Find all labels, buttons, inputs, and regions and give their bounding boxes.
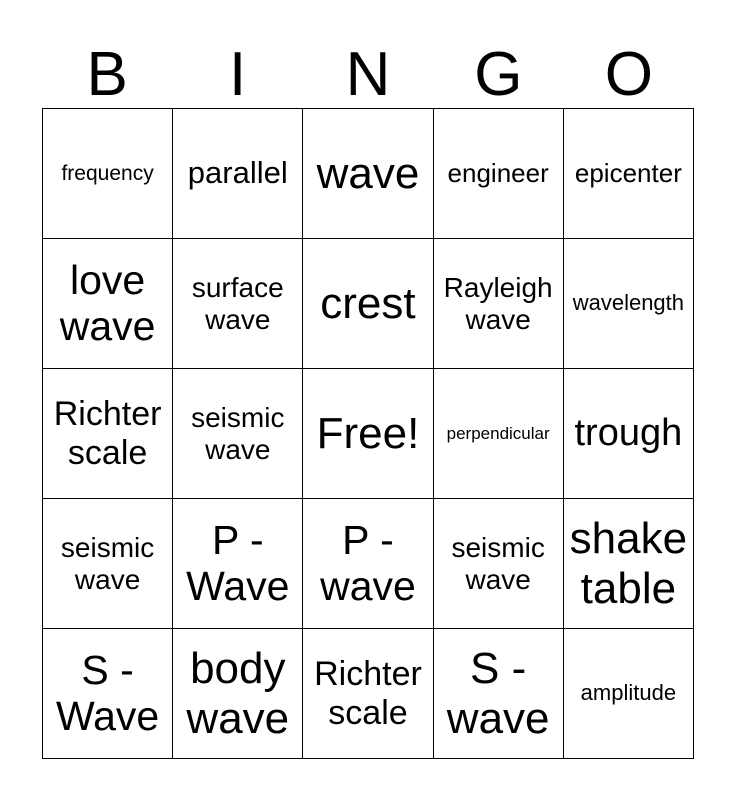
- bingo-cell-label: Rayleigh wave: [443, 272, 553, 335]
- bingo-cell-label: S - wave: [446, 644, 550, 743]
- bingo-header: B I N G O: [42, 14, 694, 108]
- bingo-cell[interactable]: seismic wave: [41, 498, 174, 629]
- bingo-cell[interactable]: frequency: [41, 108, 174, 239]
- bingo-cell-label: seismic wave: [60, 532, 155, 595]
- bingo-cell[interactable]: Richter scale: [302, 628, 434, 759]
- bingo-cell-label: trough: [574, 412, 683, 455]
- bingo-card: B I N G O frequency parallel wave engine…: [41, 14, 695, 759]
- bingo-cell-label: frequency: [61, 161, 154, 185]
- bingo-cell-label: seismic wave: [191, 402, 285, 465]
- bingo-cell-label: Richter scale: [53, 395, 162, 472]
- bingo-cell-label: wave: [316, 148, 420, 198]
- bingo-cell[interactable]: Rayleigh wave: [432, 238, 564, 369]
- bingo-grid: frequency parallel wave engineer epicent…: [41, 108, 695, 759]
- bingo-cell[interactable]: shake table: [562, 498, 695, 629]
- bingo-cell-label: surface wave: [191, 272, 284, 335]
- bingo-row: frequency parallel wave engineer epicent…: [41, 108, 695, 239]
- bingo-cell[interactable]: P - wave: [302, 498, 434, 629]
- bingo-cell-label: love wave: [59, 256, 156, 349]
- bingo-cell[interactable]: wavelength: [562, 238, 695, 369]
- bingo-cell[interactable]: epicenter: [562, 108, 695, 239]
- bingo-cell[interactable]: wave: [302, 108, 434, 239]
- header-letter-i: I: [228, 40, 247, 109]
- bingo-cell-label: body wave: [186, 644, 290, 743]
- bingo-cell-label: P - wave: [320, 516, 416, 609]
- bingo-cell[interactable]: perpendicular: [432, 368, 564, 499]
- bingo-cell-label: crest: [320, 278, 416, 328]
- bingo-cell-label: S - Wave: [55, 646, 160, 739]
- bingo-cell-label: perpendicular: [446, 423, 550, 443]
- bingo-cell[interactable]: parallel: [172, 108, 304, 239]
- header-letter-g: G: [474, 40, 523, 109]
- bingo-cell[interactable]: love wave: [41, 238, 174, 369]
- bingo-cell-label: Richter scale: [314, 655, 422, 732]
- bingo-cell-label: shake table: [569, 514, 688, 613]
- bingo-row: love wave surface wave crest Rayleigh wa…: [41, 238, 695, 369]
- bingo-cell-label: P - Wave: [186, 516, 290, 609]
- bingo-cell[interactable]: S - wave: [432, 628, 564, 759]
- bingo-row: seismic wave P - Wave P - wave seismic w…: [41, 498, 695, 629]
- bingo-cell[interactable]: seismic wave: [432, 498, 564, 629]
- bingo-row: S - Wave body wave Richter scale S - wav…: [41, 628, 695, 759]
- bingo-cell-label: amplitude: [580, 680, 677, 706]
- bingo-cell[interactable]: Richter scale: [41, 368, 174, 499]
- bingo-cell[interactable]: body wave: [172, 628, 304, 759]
- header-letter-n: N: [345, 40, 391, 109]
- free-space-label: Free!: [316, 408, 420, 458]
- bingo-cell[interactable]: seismic wave: [172, 368, 304, 499]
- bingo-cell-free[interactable]: Free!: [302, 368, 434, 499]
- bingo-cell-label: engineer: [447, 157, 549, 188]
- bingo-cell[interactable]: S - Wave: [41, 628, 174, 759]
- header-letter-b: B: [86, 40, 128, 109]
- bingo-cell-label: wavelength: [572, 290, 685, 316]
- bingo-cell[interactable]: engineer: [432, 108, 564, 239]
- header-letter-o: O: [604, 40, 653, 109]
- bingo-cell[interactable]: surface wave: [172, 238, 304, 369]
- bingo-row: Richter scale seismic wave Free! perpend…: [41, 368, 695, 499]
- bingo-cell[interactable]: crest: [302, 238, 434, 369]
- bingo-cell[interactable]: trough: [562, 368, 695, 499]
- bingo-cell-label: seismic wave: [451, 532, 545, 595]
- bingo-cell[interactable]: amplitude: [562, 628, 695, 759]
- bingo-cell-label: epicenter: [574, 157, 682, 188]
- bingo-cell[interactable]: P - Wave: [172, 498, 304, 629]
- bingo-cell-label: parallel: [187, 155, 288, 191]
